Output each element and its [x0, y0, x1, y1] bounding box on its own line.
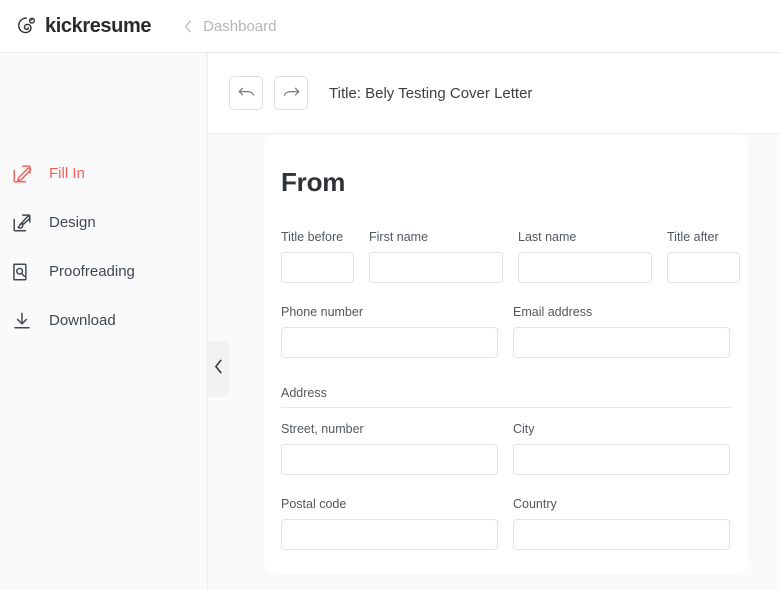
address-group-label: Address — [281, 386, 731, 408]
top-header: kickresume Dashboard — [0, 0, 780, 53]
first-name-input[interactable] — [369, 252, 503, 283]
street-number-input[interactable] — [281, 444, 498, 475]
field-label: Title after — [667, 230, 719, 244]
sidebar-item-label: Fill In — [49, 165, 85, 182]
sidebar-item-design[interactable]: Design — [0, 209, 207, 236]
field-street-number: Street, number — [281, 422, 498, 475]
field-label: Last name — [518, 230, 577, 244]
street-field-row: Street, number City — [281, 422, 731, 475]
app-root: kickresume Dashboard Fill In Design Proo… — [0, 0, 780, 590]
phone-number-input[interactable] — [281, 327, 498, 358]
sidebar-item-download[interactable]: Download — [0, 307, 207, 334]
field-country: Country — [513, 497, 730, 550]
document-magnifier-icon — [11, 261, 33, 283]
undo-button[interactable] — [229, 76, 263, 110]
breadcrumb-dashboard-link[interactable]: Dashboard — [203, 18, 276, 35]
postal-code-input[interactable] — [281, 519, 498, 550]
undo-arrow-icon — [237, 86, 256, 100]
country-input[interactable] — [513, 519, 730, 550]
address-group: Address Street, number City Postal code … — [281, 386, 731, 550]
field-title-after: Title after — [667, 230, 740, 283]
field-first-name: First name — [369, 230, 503, 283]
postal-field-row: Postal code Country — [281, 497, 731, 550]
breadcrumb: Dashboard — [184, 18, 276, 35]
document-title[interactable]: Title: Bely Testing Cover Letter — [329, 85, 532, 102]
editor-toolbar: Title: Bely Testing Cover Letter — [208, 53, 780, 134]
title-before-input[interactable] — [281, 252, 354, 283]
field-label: City — [513, 422, 535, 436]
sidebar-item-label: Design — [49, 214, 96, 231]
title-after-input[interactable] — [667, 252, 740, 283]
app-body: Fill In Design Proofreading Download Tit… — [0, 53, 780, 590]
kickresume-spiral-logo-icon — [16, 15, 38, 37]
download-arrow-icon — [11, 310, 33, 332]
pencil-edit-icon — [11, 163, 33, 185]
field-phone-number: Phone number — [281, 305, 498, 358]
sidebar-item-label: Proofreading — [49, 263, 135, 280]
email-address-input[interactable] — [513, 327, 730, 358]
chevron-left-icon[interactable] — [184, 20, 192, 33]
field-label: First name — [369, 230, 429, 244]
page-title: From — [281, 167, 346, 197]
redo-arrow-icon — [282, 86, 301, 100]
redo-button[interactable] — [274, 76, 308, 110]
contact-field-row: Phone number Email address — [281, 305, 731, 358]
collapse-panel-button[interactable] — [208, 341, 229, 397]
field-last-name: Last name — [518, 230, 652, 283]
field-label: Country — [513, 497, 557, 511]
brand-name: kickresume — [45, 14, 152, 37]
last-name-input[interactable] — [518, 252, 652, 283]
form-card: From Title before First name Last name T… — [264, 134, 748, 574]
paintbrush-icon — [11, 212, 33, 234]
field-label: Title before — [281, 230, 344, 244]
sidebar-item-proofreading[interactable]: Proofreading — [0, 258, 207, 285]
field-city: City — [513, 422, 730, 475]
city-input[interactable] — [513, 444, 730, 475]
chevron-left-icon — [214, 359, 223, 379]
field-label: Phone number — [281, 305, 364, 319]
field-title-before: Title before — [281, 230, 354, 283]
sidebar-item-fill-in[interactable]: Fill In — [0, 160, 207, 187]
field-label: Email address — [513, 305, 593, 319]
field-label: Street, number — [281, 422, 364, 436]
field-label: Postal code — [281, 497, 347, 511]
brand-logo[interactable]: kickresume — [16, 15, 151, 38]
sidebar: Fill In Design Proofreading Download — [0, 53, 208, 590]
field-email-address: Email address — [513, 305, 730, 358]
document-canvas: From Title before First name Last name T… — [208, 134, 780, 590]
name-field-row: Title before First name Last name Title … — [281, 230, 740, 283]
field-postal-code: Postal code — [281, 497, 498, 550]
content-area: Title: Bely Testing Cover Letter From Ti… — [208, 53, 780, 590]
sidebar-item-label: Download — [49, 312, 116, 329]
